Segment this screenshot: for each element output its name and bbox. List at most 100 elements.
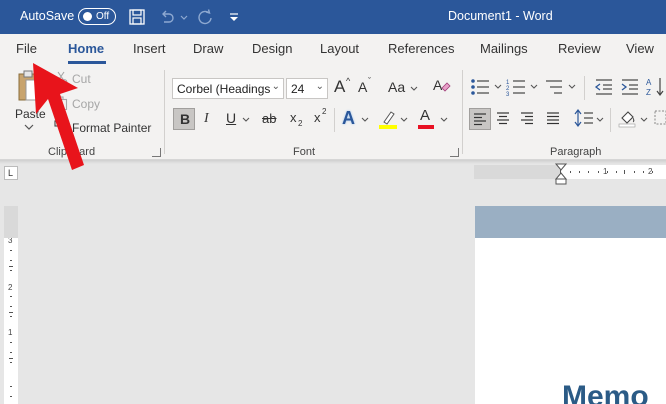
align-right-icon[interactable] (520, 111, 534, 125)
tab-selector-glyph: L (8, 168, 14, 178)
highlighter-dropdown-icon[interactable] (400, 117, 408, 123)
tab-insert[interactable]: Insert (133, 41, 166, 56)
group-separator (610, 108, 611, 132)
tab-draw[interactable]: Draw (193, 41, 223, 56)
font-color-dropdown-icon[interactable] (440, 117, 448, 123)
numbering-icon[interactable]: 1 2 3 (506, 78, 528, 96)
horizontal-ruler-margin (474, 165, 560, 179)
save-icon[interactable] (128, 8, 146, 26)
sort-icon[interactable]: A Z (646, 76, 666, 98)
svg-text:A: A (646, 78, 652, 87)
tab-references[interactable]: References (388, 41, 454, 56)
format-painter-button[interactable]: Format Painter (72, 121, 151, 135)
shading-dropdown-icon[interactable] (640, 117, 648, 123)
group-separator (462, 70, 463, 154)
paste-icon[interactable] (16, 70, 42, 104)
autosave-toggle[interactable]: Off (78, 8, 116, 25)
text-effects-dropdown-icon[interactable] (361, 117, 369, 123)
svg-text:3: 3 (506, 92, 510, 96)
justify-icon[interactable] (546, 111, 560, 125)
redo-icon[interactable] (196, 8, 214, 26)
copy-button[interactable]: Copy (72, 97, 100, 111)
font-name-value: Corbel (Headings (177, 82, 271, 96)
multilevel-list-icon[interactable] (544, 78, 566, 96)
tab-file[interactable]: File (16, 41, 37, 56)
paste-dropdown-icon[interactable] (24, 124, 34, 130)
customize-toolbar-icon[interactable] (228, 8, 240, 26)
line-spacing-dropdown-icon[interactable] (596, 117, 604, 123)
tab-home[interactable]: Home (68, 41, 104, 56)
v-ruler-number: 2 (8, 283, 13, 292)
clipboard-launcher-icon[interactable] (152, 148, 161, 157)
shrink-font-icon[interactable]: A (358, 79, 367, 95)
cut-button[interactable]: Cut (72, 72, 91, 86)
subscript-button[interactable]: x (290, 110, 297, 125)
grow-font-icon[interactable]: A (334, 77, 345, 97)
svg-text:A: A (433, 77, 443, 93)
font-group-label: Font (293, 146, 316, 158)
toggle-knob (83, 12, 92, 21)
document-title: Document1 - Word (448, 9, 553, 23)
superscript-mark: 2 (322, 107, 327, 116)
tab-design[interactable]: Design (252, 41, 292, 56)
numbering-dropdown-icon[interactable] (530, 84, 538, 90)
chevron-down-icon: ⌄ (315, 81, 324, 92)
increase-indent-icon[interactable] (620, 78, 640, 96)
change-case-icon[interactable]: Aa (388, 79, 405, 95)
highlighter-icon[interactable] (378, 108, 398, 130)
h-ruler-number: 1 (603, 167, 608, 176)
font-size-dropdown[interactable]: 24 ⌄ (286, 78, 328, 99)
bullets-dropdown-icon[interactable] (494, 84, 502, 90)
document-heading[interactable]: Memo (562, 382, 649, 404)
align-left-button[interactable] (469, 108, 491, 130)
tab-view[interactable]: View (626, 41, 654, 56)
align-center-icon[interactable] (496, 111, 510, 125)
text-effects-icon[interactable]: A (342, 108, 355, 129)
bold-button[interactable]: B (173, 108, 195, 130)
title-bar: AutoSave Off Document1 - Word (0, 0, 666, 34)
superscript-button[interactable]: x (314, 110, 321, 125)
vertical-ruler-margin (4, 206, 18, 238)
font-color-swatch (418, 125, 434, 129)
font-size-value: 24 (291, 82, 305, 96)
tab-selector[interactable]: L (4, 166, 18, 180)
decrease-indent-icon[interactable] (594, 78, 614, 96)
indent-marker-icon[interactable] (555, 163, 567, 185)
shrink-font-caret-icon: ˇ (368, 76, 371, 86)
line-spacing-icon[interactable] (574, 109, 594, 127)
font-color-icon[interactable]: A (420, 107, 430, 124)
strikethrough-button[interactable]: ab (262, 111, 276, 126)
autosave-state: Off (96, 11, 110, 22)
grow-font-caret-icon: ^ (346, 76, 351, 86)
tab-layout[interactable]: Layout (320, 41, 359, 56)
bold-glyph: B (180, 111, 191, 127)
bullets-icon[interactable] (470, 78, 492, 96)
group-separator (164, 70, 165, 154)
ribbon: Paste Cut Copy Format Painter Clipboard … (0, 64, 666, 160)
group-separator (334, 108, 335, 132)
paragraph-group-label: Paragraph (550, 146, 602, 158)
clipboard-group-label: Clipboard (48, 146, 96, 158)
ribbon-tabs: File Home Insert Draw Design Layout Refe… (0, 34, 666, 64)
borders-icon[interactable] (654, 110, 666, 126)
tab-review[interactable]: Review (558, 41, 601, 56)
font-name-dropdown[interactable]: Corbel (Headings ⌄ (172, 78, 284, 99)
scissors-icon (54, 71, 68, 85)
undo-icon[interactable] (158, 8, 176, 26)
clear-formatting-icon[interactable]: A (432, 76, 452, 96)
paste-label[interactable]: Paste (15, 107, 46, 121)
page-header-band (475, 206, 666, 238)
font-launcher-icon[interactable] (450, 148, 459, 157)
tab-mailings[interactable]: Mailings (480, 41, 528, 56)
format-painter-icon (54, 120, 67, 133)
underline-dropdown-icon[interactable] (242, 117, 250, 123)
chevron-down-icon: ⌄ (271, 81, 280, 92)
undo-dropdown-icon[interactable] (180, 8, 188, 26)
shading-icon[interactable] (618, 108, 638, 128)
h-ruler-number: 2 (648, 167, 653, 176)
group-separator (584, 76, 585, 100)
italic-button[interactable]: I (204, 111, 209, 127)
underline-button[interactable]: U (226, 110, 236, 126)
multilevel-dropdown-icon[interactable] (568, 84, 576, 90)
change-case-dropdown-icon[interactable] (410, 86, 418, 92)
